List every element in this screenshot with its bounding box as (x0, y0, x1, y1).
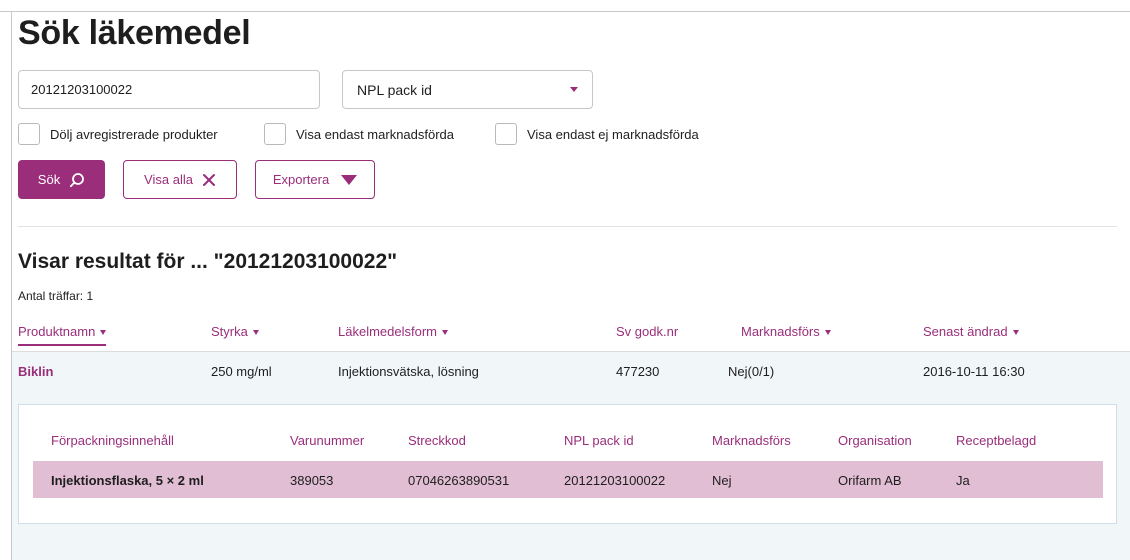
package-header-content: Förpackningsinnehåll (51, 433, 174, 448)
column-header-label: Sv godk.nr (616, 324, 679, 339)
package-content: Injektionsflaska, 5 × 2 ml (51, 473, 204, 488)
sort-down-icon (252, 329, 259, 335)
column-header-strength[interactable]: Styrka (211, 324, 259, 339)
package-organisation: Orifarm AB (838, 473, 902, 488)
package-header-barcode: Streckkod (408, 433, 466, 448)
result-approval-no: 477230 (616, 364, 660, 379)
export-button[interactable]: Exportera (255, 160, 375, 199)
package-header-prescription: Receptbelagd (956, 433, 1037, 448)
search-button-label: Sök (37, 172, 61, 187)
filter-only-not-marketed[interactable]: Visa endast ej marknadsförda (495, 123, 699, 145)
filter-hide-deregistered-label: Dölj avregistrerade produkter (50, 126, 218, 142)
results-count: Antal träffar: 1 (18, 289, 94, 303)
search-input[interactable] (18, 70, 320, 109)
result-product-name-link[interactable]: Biklin (18, 364, 53, 379)
sort-down-icon (1012, 329, 1019, 335)
package-item-no: 389053 (290, 473, 334, 488)
filter-only-not-marketed-checkbox[interactable] (495, 123, 517, 145)
package-prescription: Ja (956, 473, 970, 488)
package-barcode: 07046263890531 (408, 473, 510, 488)
package-header-marketed: Marknadsförs (712, 433, 791, 448)
column-header-label: Styrka (211, 324, 248, 339)
result-strength: 250 mg/ml (211, 364, 272, 379)
search-button[interactable]: Sök (18, 160, 105, 199)
result-marketed: Nej(0/1) (728, 364, 775, 379)
filter-only-marketed[interactable]: Visa endast marknadsförda (264, 123, 454, 145)
column-header-label: Senast ändrad (923, 324, 1008, 339)
result-last-modified: 2016-10-11 16:30 (923, 364, 1025, 379)
close-icon (202, 173, 215, 186)
show-all-button-label: Visa alla (144, 172, 193, 187)
search-type-select[interactable]: NPL pack id (342, 70, 593, 109)
column-header-approval-no: Sv godk.nr (616, 324, 678, 339)
column-header-label: Läkelmedelsform (338, 324, 437, 339)
section-divider (18, 226, 1117, 227)
column-header-form[interactable]: Läkelmedelsform (338, 324, 448, 339)
sort-down-icon (100, 329, 107, 335)
caret-down-icon (341, 174, 358, 185)
package-npl-pack-id: 20121203100022 (564, 473, 666, 488)
export-button-label: Exportera (272, 172, 330, 187)
results-heading: Visar resultat för ... "20121203100022" (18, 250, 398, 273)
column-header-marketed[interactable]: Marknadsförs (741, 324, 831, 339)
chevron-down-icon (570, 87, 578, 92)
column-header-label: Marknadsförs (741, 324, 820, 339)
column-header-last-modified[interactable]: Senast ändrad (923, 324, 1019, 339)
sort-down-icon (824, 329, 831, 335)
package-header-npl-pack-id: NPL pack id (564, 433, 634, 448)
results-header-line (12, 351, 1130, 352)
column-header-product-name[interactable]: Produktnamn (18, 324, 107, 346)
show-all-button[interactable]: Visa alla (123, 160, 237, 199)
package-header-organisation: Organisation (838, 433, 912, 448)
filter-only-marketed-checkbox[interactable] (264, 123, 286, 145)
result-form: Injektionsvätska, lösning (338, 364, 479, 379)
sort-down-icon (442, 329, 448, 335)
page-title: Sök läkemedel (18, 14, 251, 52)
filter-hide-deregistered-checkbox[interactable] (18, 123, 40, 145)
search-type-selected: NPL pack id (357, 81, 432, 98)
search-icon (70, 172, 85, 187)
package-marketed: Nej (712, 473, 732, 488)
column-header-label: Produktnamn (18, 324, 96, 339)
filter-only-marketed-label: Visa endast marknadsförda (296, 126, 455, 142)
filter-only-not-marketed-label: Visa endast ej marknadsförda (527, 126, 699, 142)
package-header-item-no: Varunummer (290, 433, 365, 448)
frame-top-border (0, 11, 1130, 12)
filter-hide-deregistered[interactable]: Dölj avregistrerade produkter (18, 123, 218, 145)
